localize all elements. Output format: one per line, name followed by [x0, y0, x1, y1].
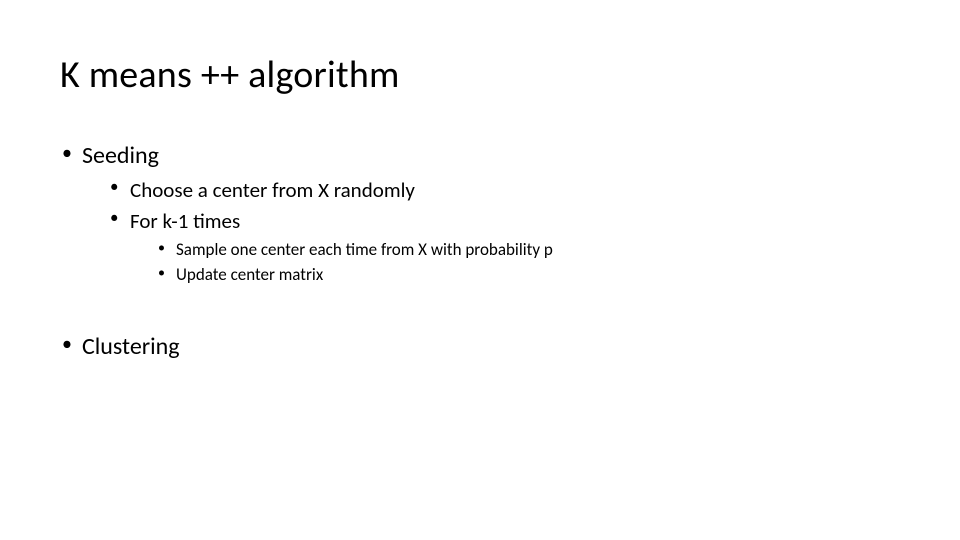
spacer — [60, 291, 900, 331]
bullet-update-label: Update center matrix — [176, 264, 323, 285]
bullet-list-lvl1: Seeding Choose a center from X randomly … — [60, 140, 900, 287]
bullet-seeding-label: Seeding — [82, 141, 159, 170]
bullet-fork: For k-1 times Sample one center each tim… — [108, 207, 900, 287]
bullet-list-lvl1-b: Clustering — [60, 331, 900, 363]
bullet-update: Update center matrix — [156, 264, 900, 287]
slide: K means ++ algorithm Seeding Choose a ce… — [0, 0, 960, 540]
bullet-choose-label: Choose a center from X randomly — [130, 177, 415, 203]
slide-title: K means ++ algorithm — [60, 52, 900, 98]
bullet-clustering: Clustering — [60, 331, 900, 363]
bullet-sample: Sample one center each time from X with … — [156, 239, 900, 262]
bullet-list-lvl3-fork: Sample one center each time from X with … — [130, 239, 900, 287]
bullet-list-lvl2-seeding: Choose a center from X randomly For k-1 … — [82, 176, 900, 287]
bullet-choose: Choose a center from X randomly — [108, 176, 900, 204]
bullet-seeding: Seeding Choose a center from X randomly … — [60, 140, 900, 287]
bullet-fork-label: For k-1 times — [130, 208, 240, 234]
bullet-sample-label: Sample one center each time from X with … — [176, 239, 553, 260]
bullet-clustering-label: Clustering — [82, 332, 180, 361]
